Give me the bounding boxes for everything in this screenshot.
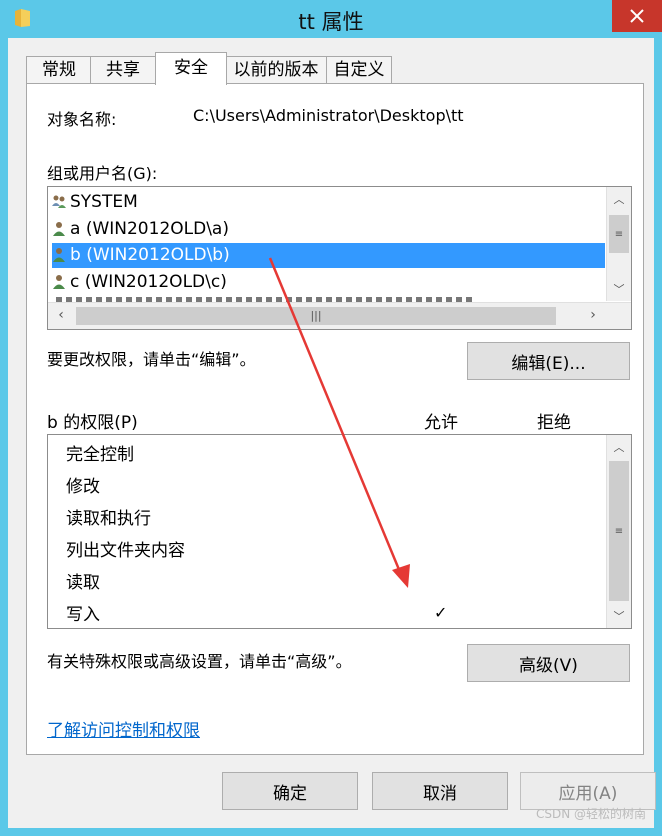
annotation-arrow-icon: [268, 257, 410, 588]
tab-security[interactable]: 安全: [155, 52, 227, 85]
